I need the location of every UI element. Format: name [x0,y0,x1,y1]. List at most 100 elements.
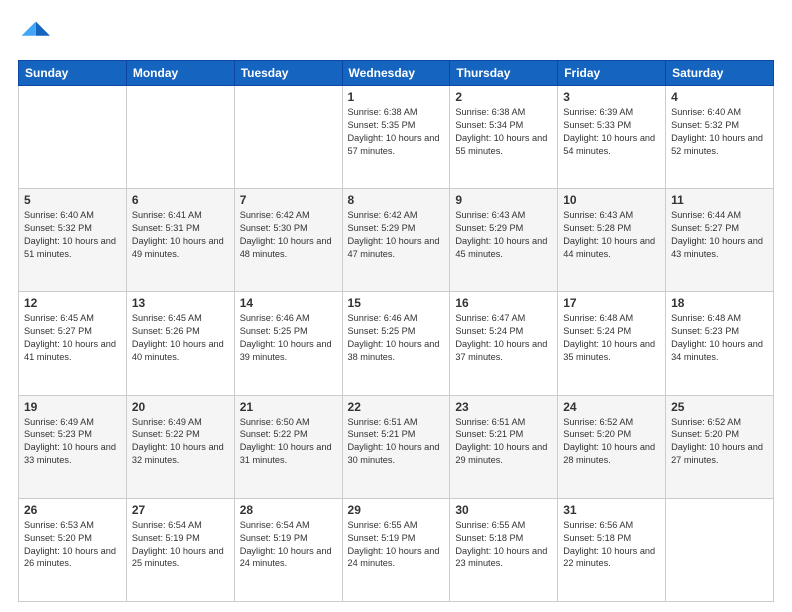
day-number: 21 [240,400,337,414]
day-cell-15: 15 Sunrise: 6:46 AM Sunset: 5:25 PM Dayli… [342,292,450,395]
header-row: SundayMondayTuesdayWednesdayThursdayFrid… [19,61,774,86]
empty-cell [234,86,342,189]
day-number: 15 [348,296,445,310]
day-info: Sunrise: 6:43 AM Sunset: 5:29 PM Dayligh… [455,209,552,261]
day-cell-5: 5Sunrise: 6:40 AM Sunset: 5:32 PM Daylig… [19,189,127,292]
day-number: 30 [455,503,552,517]
day-cell-4: 4 Sunrise: 6:40 AM Sunset: 5:32 PM Daylig… [666,86,774,189]
col-header-monday: Monday [126,61,234,86]
day-info: Sunrise: 6:56 AM Sunset: 5:18 PM Dayligh… [563,519,660,571]
day-number: 9 [455,193,552,207]
col-header-friday: Friday [558,61,666,86]
day-cell-18: 18 Sunrise: 6:48 AM Sunset: 5:23 PM Dayli… [666,292,774,395]
day-cell-8: 8 Sunrise: 6:42 AM Sunset: 5:29 PM Daylig… [342,189,450,292]
day-info: Sunrise: 6:45 AM Sunset: 5:26 PM Dayligh… [132,312,229,364]
day-cell-13: 13 Sunrise: 6:45 AM Sunset: 5:26 PM Dayli… [126,292,234,395]
day-cell-10: 10Sunrise: 6:43 AM Sunset: 5:28 PM Dayli… [558,189,666,292]
day-number: 18 [671,296,768,310]
day-number: 4 [671,90,768,104]
day-number: 11 [671,193,768,207]
col-header-sunday: Sunday [19,61,127,86]
day-info: Sunrise: 6:55 AM Sunset: 5:19 PM Dayligh… [348,519,445,571]
day-info: Sunrise: 6:42 AM Sunset: 5:30 PM Dayligh… [240,209,337,261]
day-info: Sunrise: 6:52 AM Sunset: 5:20 PM Dayligh… [671,416,768,468]
day-number: 7 [240,193,337,207]
day-number: 12 [24,296,121,310]
day-info: Sunrise: 6:47 AM Sunset: 5:24 PM Dayligh… [455,312,552,364]
day-cell-3: 3 Sunrise: 6:39 AM Sunset: 5:33 PM Daylig… [558,86,666,189]
day-number: 5 [24,193,121,207]
day-number: 27 [132,503,229,517]
day-cell-23: 23 Sunrise: 6:51 AM Sunset: 5:21 PM Dayli… [450,395,558,498]
day-cell-12: 12Sunrise: 6:45 AM Sunset: 5:27 PM Dayli… [19,292,127,395]
day-number: 3 [563,90,660,104]
day-number: 20 [132,400,229,414]
day-cell-1: 1 Sunrise: 6:38 AM Sunset: 5:35 PM Daylig… [342,86,450,189]
calendar-table: SundayMondayTuesdayWednesdayThursdayFrid… [18,60,774,602]
empty-cell [19,86,127,189]
day-cell-2: 2 Sunrise: 6:38 AM Sunset: 5:34 PM Daylig… [450,86,558,189]
day-number: 24 [563,400,660,414]
day-number: 8 [348,193,445,207]
day-info: Sunrise: 6:38 AM Sunset: 5:34 PM Dayligh… [455,106,552,158]
logo [18,18,54,50]
day-number: 31 [563,503,660,517]
day-number: 28 [240,503,337,517]
col-header-tuesday: Tuesday [234,61,342,86]
day-number: 1 [348,90,445,104]
day-cell-20: 20Sunrise: 6:49 AM Sunset: 5:22 PM Dayli… [126,395,234,498]
day-cell-29: 29Sunrise: 6:55 AM Sunset: 5:19 PM Dayli… [342,498,450,601]
day-cell-11: 11 Sunrise: 6:44 AM Sunset: 5:27 PM Dayli… [666,189,774,292]
day-info: Sunrise: 6:38 AM Sunset: 5:35 PM Dayligh… [348,106,445,158]
day-info: Sunrise: 6:41 AM Sunset: 5:31 PM Dayligh… [132,209,229,261]
day-cell-22: 22Sunrise: 6:51 AM Sunset: 5:21 PM Dayli… [342,395,450,498]
week-row-1: 1 Sunrise: 6:38 AM Sunset: 5:35 PM Daylig… [19,86,774,189]
day-info: Sunrise: 6:51 AM Sunset: 5:21 PM Dayligh… [455,416,552,468]
day-cell-21: 21Sunrise: 6:50 AM Sunset: 5:22 PM Dayli… [234,395,342,498]
day-info: Sunrise: 6:49 AM Sunset: 5:23 PM Dayligh… [24,416,121,468]
day-number: 26 [24,503,121,517]
week-row-3: 12Sunrise: 6:45 AM Sunset: 5:27 PM Dayli… [19,292,774,395]
day-number: 10 [563,193,660,207]
day-info: Sunrise: 6:48 AM Sunset: 5:23 PM Dayligh… [671,312,768,364]
col-header-saturday: Saturday [666,61,774,86]
day-cell-24: 24 Sunrise: 6:52 AM Sunset: 5:20 PM Dayli… [558,395,666,498]
empty-cell [666,498,774,601]
day-info: Sunrise: 6:42 AM Sunset: 5:29 PM Dayligh… [348,209,445,261]
day-number: 16 [455,296,552,310]
col-header-thursday: Thursday [450,61,558,86]
day-number: 14 [240,296,337,310]
day-info: Sunrise: 6:39 AM Sunset: 5:33 PM Dayligh… [563,106,660,158]
day-number: 13 [132,296,229,310]
day-info: Sunrise: 6:54 AM Sunset: 5:19 PM Dayligh… [240,519,337,571]
day-number: 23 [455,400,552,414]
day-cell-9: 9 Sunrise: 6:43 AM Sunset: 5:29 PM Daylig… [450,189,558,292]
day-number: 2 [455,90,552,104]
day-info: Sunrise: 6:54 AM Sunset: 5:19 PM Dayligh… [132,519,229,571]
day-cell-28: 28 Sunrise: 6:54 AM Sunset: 5:19 PM Dayli… [234,498,342,601]
day-cell-19: 19 Sunrise: 6:49 AM Sunset: 5:23 PM Dayli… [19,395,127,498]
week-row-4: 19 Sunrise: 6:49 AM Sunset: 5:23 PM Dayli… [19,395,774,498]
day-number: 19 [24,400,121,414]
day-cell-30: 30 Sunrise: 6:55 AM Sunset: 5:18 PM Dayli… [450,498,558,601]
day-cell-16: 16 Sunrise: 6:47 AM Sunset: 5:24 PM Dayli… [450,292,558,395]
day-info: Sunrise: 6:46 AM Sunset: 5:25 PM Dayligh… [348,312,445,364]
day-cell-26: 26 Sunrise: 6:53 AM Sunset: 5:20 PM Dayli… [19,498,127,601]
page: SundayMondayTuesdayWednesdayThursdayFrid… [0,0,792,612]
day-info: Sunrise: 6:48 AM Sunset: 5:24 PM Dayligh… [563,312,660,364]
day-cell-31: 31 Sunrise: 6:56 AM Sunset: 5:18 PM Dayli… [558,498,666,601]
header [18,18,774,50]
day-info: Sunrise: 6:53 AM Sunset: 5:20 PM Dayligh… [24,519,121,571]
col-header-wednesday: Wednesday [342,61,450,86]
day-info: Sunrise: 6:46 AM Sunset: 5:25 PM Dayligh… [240,312,337,364]
day-info: Sunrise: 6:40 AM Sunset: 5:32 PM Dayligh… [671,106,768,158]
day-info: Sunrise: 6:51 AM Sunset: 5:21 PM Dayligh… [348,416,445,468]
day-info: Sunrise: 6:52 AM Sunset: 5:20 PM Dayligh… [563,416,660,468]
day-number: 6 [132,193,229,207]
day-cell-17: 17 Sunrise: 6:48 AM Sunset: 5:24 PM Dayli… [558,292,666,395]
week-row-5: 26 Sunrise: 6:53 AM Sunset: 5:20 PM Dayli… [19,498,774,601]
day-number: 17 [563,296,660,310]
empty-cell [126,86,234,189]
day-info: Sunrise: 6:44 AM Sunset: 5:27 PM Dayligh… [671,209,768,261]
day-info: Sunrise: 6:55 AM Sunset: 5:18 PM Dayligh… [455,519,552,571]
